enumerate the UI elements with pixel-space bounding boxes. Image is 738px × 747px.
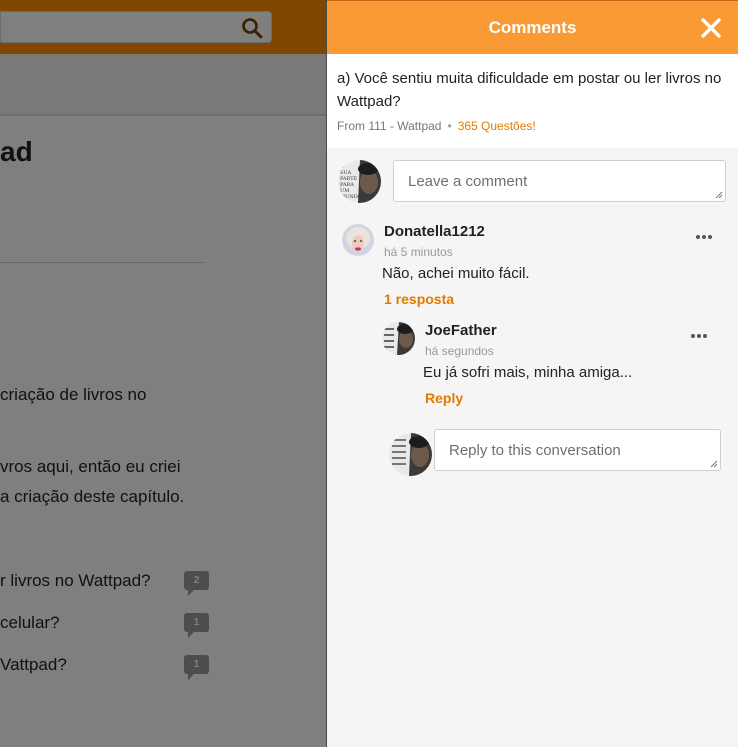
reply-button[interactable]: Reply bbox=[425, 390, 463, 406]
more-options-button[interactable] bbox=[696, 234, 716, 242]
story-link[interactable]: 365 Questões! bbox=[458, 119, 536, 133]
question-text: a) Você sentiu muita dificuldade em post… bbox=[337, 70, 722, 110]
reply-author[interactable]: JoeFather bbox=[425, 322, 497, 339]
comment-input[interactable] bbox=[394, 161, 725, 201]
current-user-avatar[interactable] bbox=[389, 433, 432, 476]
comments-panel: Comments a) Você sentiu muita dificuldad… bbox=[326, 0, 738, 747]
reply-body: Eu já sofri mais, minha amiga... bbox=[423, 364, 633, 381]
question-source: From 111 - Wattpad bbox=[337, 119, 442, 133]
comments-header: Comments bbox=[327, 0, 738, 54]
reply-more-options-button[interactable] bbox=[691, 333, 711, 341]
question-meta: From 111 - Wattpad • 365 Questões! bbox=[337, 119, 728, 133]
question-context: a) Você sentiu muita dificuldade em post… bbox=[327, 54, 738, 148]
close-icon bbox=[701, 18, 721, 38]
reply-input-wrapper bbox=[434, 429, 721, 471]
avatar-text: MUNDO bbox=[340, 194, 362, 200]
separator-dot: • bbox=[447, 119, 452, 133]
commenter-avatar[interactable] bbox=[342, 224, 374, 256]
reply-timestamp: há segundos bbox=[425, 344, 494, 358]
comment-input-wrapper bbox=[393, 160, 726, 202]
panel-title: Comments bbox=[488, 18, 577, 37]
comment-author[interactable]: Donatella1212 bbox=[384, 223, 485, 240]
resize-handle-icon[interactable] bbox=[715, 191, 723, 199]
close-button[interactable] bbox=[700, 17, 722, 39]
reply-input[interactable] bbox=[435, 430, 720, 470]
resize-handle-icon[interactable] bbox=[710, 460, 718, 468]
comment-timestamp: há 5 minutos bbox=[384, 245, 453, 259]
replies-toggle-link[interactable]: 1 resposta bbox=[384, 291, 454, 307]
comment-body: Não, achei muito fácil. bbox=[382, 265, 530, 282]
reply-author-avatar[interactable] bbox=[382, 322, 415, 355]
current-user-avatar[interactable]: A SUA PARTE PARA UM MUNDO bbox=[338, 160, 381, 203]
